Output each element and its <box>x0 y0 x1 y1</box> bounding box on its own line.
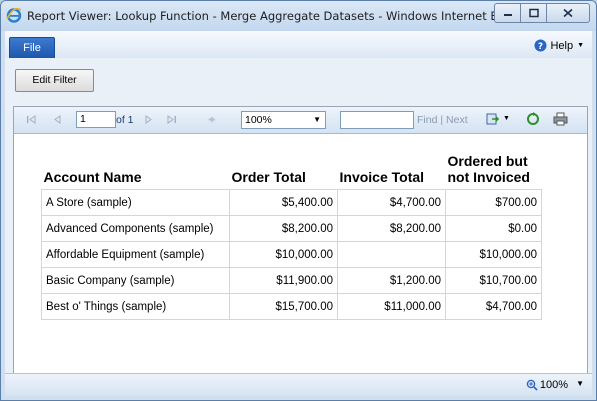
window-title: Report Viewer: Lookup Function - Merge A… <box>27 9 539 23</box>
first-page-icon[interactable] <box>26 114 37 125</box>
page-number-input[interactable]: 1 <box>76 111 116 128</box>
chevron-down-icon: ▼ <box>313 115 321 124</box>
status-zoom[interactable]: 100% <box>526 379 568 391</box>
order-total-cell: $11,900.00 <box>229 267 338 294</box>
minimize-icon <box>503 14 512 16</box>
account-name-cell: Best o' Things (sample) <box>41 293 230 320</box>
report-table: Account Name Order Total Invoice Total O… <box>41 152 542 320</box>
find-link[interactable]: Find <box>417 114 437 126</box>
header-ordered-not-invoiced: Ordered but not Invoiced <box>447 153 530 185</box>
menu-bar: File ? Help ▼ <box>5 31 592 58</box>
ordered-not-invoiced-cell: $4,700.00 <box>445 293 542 320</box>
title-bar: Report Viewer: Lookup Function - Merge A… <box>1 1 596 31</box>
maximize-icon <box>528 8 539 18</box>
table-row: Affordable Equipment (sample) $10,000.00… <box>41 241 542 268</box>
account-name-cell: Advanced Components (sample) <box>41 215 230 242</box>
table-row: Best o' Things (sample) $15,700.00 $11,0… <box>41 293 542 320</box>
next-link[interactable]: Next <box>446 114 468 126</box>
zoom-icon <box>526 379 538 391</box>
find-next-links: Find | Next <box>417 114 468 126</box>
ordered-not-invoiced-cell: $700.00 <box>445 189 542 216</box>
status-bar: 100% ▼ <box>5 373 592 396</box>
minimize-button[interactable] <box>494 3 521 23</box>
invoice-total-cell: $1,200.00 <box>337 267 446 294</box>
last-page-icon[interactable] <box>166 114 177 125</box>
account-name-cell: Affordable Equipment (sample) <box>41 241 230 268</box>
table-row: Advanced Components (sample) $8,200.00 $… <box>41 215 542 242</box>
status-zoom-value: 100% <box>539 379 568 391</box>
order-total-cell: $10,000.00 <box>229 241 338 268</box>
ordered-not-invoiced-cell: $0.00 <box>445 215 542 242</box>
find-input[interactable] <box>340 111 414 129</box>
order-total-cell: $8,200.00 <box>229 215 338 242</box>
print-icon[interactable] <box>553 112 568 126</box>
ordered-not-invoiced-cell: $10,000.00 <box>445 241 542 268</box>
page-content: Edit Filter 1 of 1 100% ▼ Find | Next ▼ … <box>5 58 592 393</box>
browser-window: Report Viewer: Lookup Function - Merge A… <box>0 0 597 401</box>
export-icon[interactable] <box>486 112 500 126</box>
chevron-down-icon: ▼ <box>577 42 584 49</box>
page-count-label: of 1 <box>116 114 134 126</box>
help-icon: ? <box>534 39 547 52</box>
back-to-parent-icon[interactable] <box>205 114 216 125</box>
account-name-cell: Basic Company (sample) <box>41 267 230 294</box>
order-total-cell: $15,700.00 <box>229 293 338 320</box>
header-order-total: Order Total <box>231 169 306 185</box>
ordered-not-invoiced-cell: $10,700.00 <box>445 267 542 294</box>
close-button[interactable] <box>547 3 590 23</box>
header-row: Account Name Order Total Invoice Total O… <box>42 152 542 190</box>
table-row: A Store (sample) $5,400.00 $4,700.00 $70… <box>41 189 542 216</box>
zoom-select[interactable]: 100% ▼ <box>241 111 326 129</box>
table-row: Basic Company (sample) $11,900.00 $1,200… <box>41 267 542 294</box>
file-menu-button[interactable]: File <box>9 37 55 58</box>
order-total-cell: $5,400.00 <box>229 189 338 216</box>
invoice-total-cell <box>337 241 446 268</box>
zoom-select-value: 100% <box>245 114 272 126</box>
help-menu[interactable]: ? Help ▼ <box>534 39 584 52</box>
find-separator: | <box>440 114 444 126</box>
report-viewer: 1 of 1 100% ▼ Find | Next ▼ Account Name… <box>13 106 588 380</box>
prev-page-icon[interactable] <box>52 114 63 125</box>
close-icon <box>563 8 573 18</box>
maximize-button[interactable] <box>521 3 547 23</box>
report-toolbar: 1 of 1 100% ▼ Find | Next ▼ <box>14 107 587 134</box>
refresh-icon[interactable] <box>526 112 540 126</box>
next-page-icon[interactable] <box>143 114 154 125</box>
help-label: Help <box>550 39 574 52</box>
invoice-total-cell: $4,700.00 <box>337 189 446 216</box>
edit-filter-button[interactable]: Edit Filter <box>15 69 94 92</box>
caption-buttons <box>494 3 590 23</box>
invoice-total-cell: $11,000.00 <box>337 293 446 320</box>
header-account-name: Account Name <box>43 169 142 185</box>
chevron-down-icon[interactable]: ▼ <box>576 379 584 388</box>
chevron-down-icon: ▼ <box>503 115 510 122</box>
header-invoice-total: Invoice Total <box>339 169 425 185</box>
invoice-total-cell: $8,200.00 <box>337 215 446 242</box>
ie-icon <box>6 7 22 23</box>
account-name-cell: A Store (sample) <box>41 189 230 216</box>
svg-text:?: ? <box>538 42 543 52</box>
